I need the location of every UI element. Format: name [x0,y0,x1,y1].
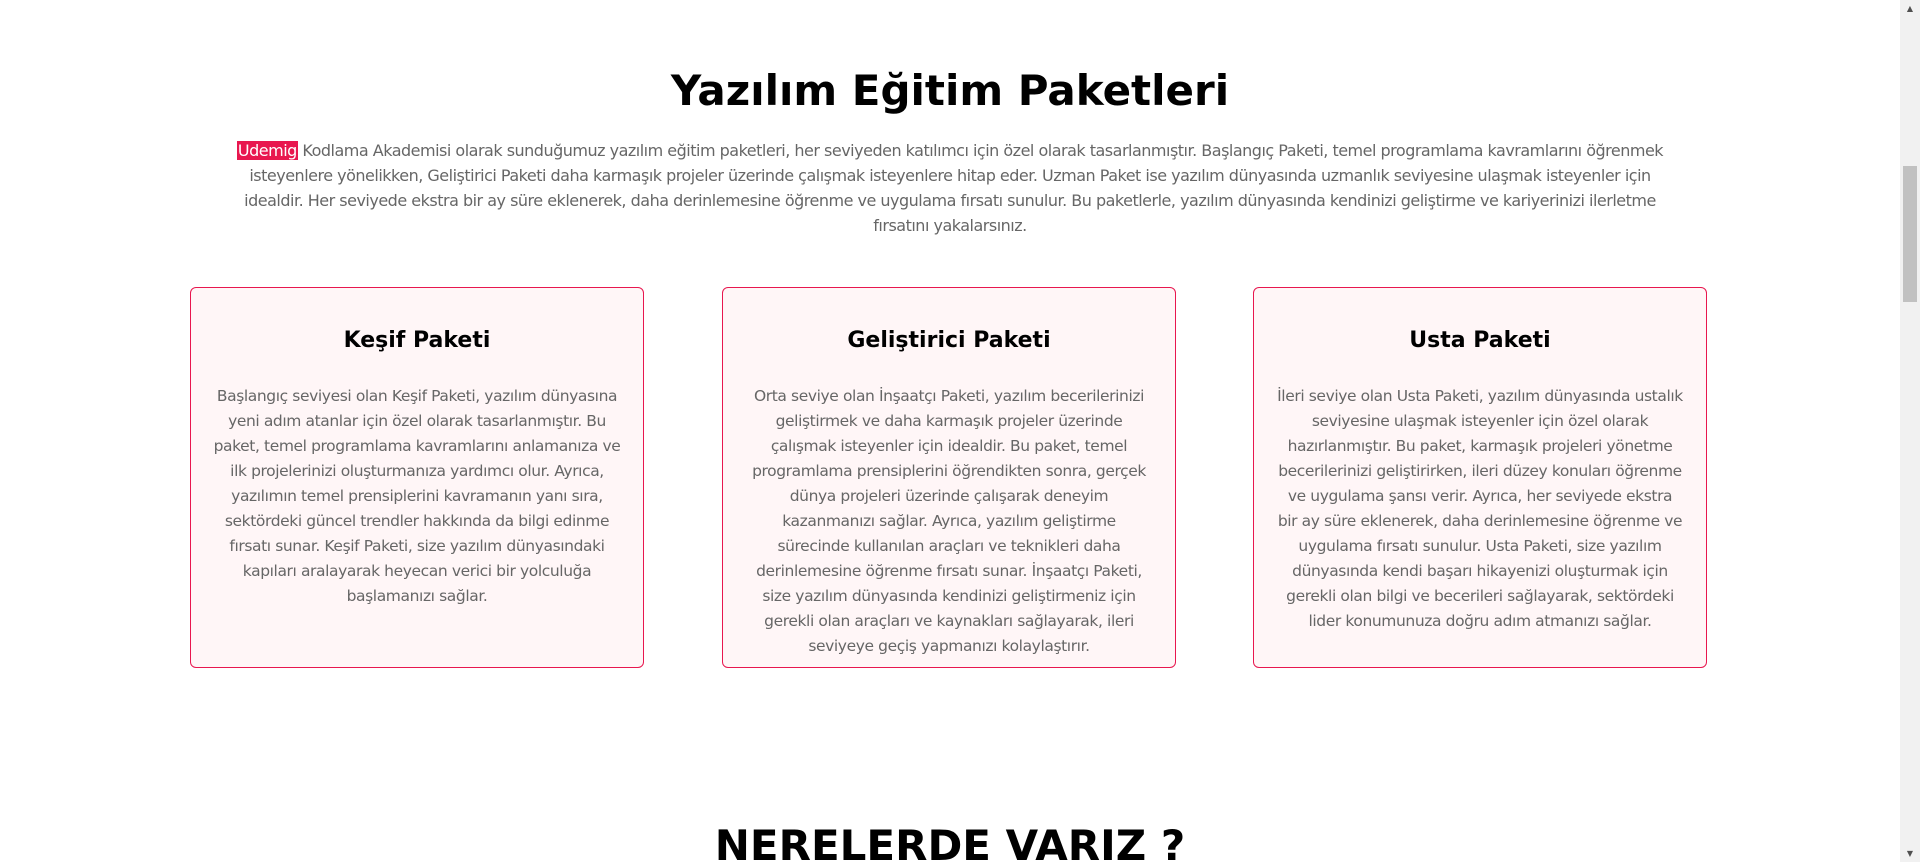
page-scrollbar[interactable]: ▲ ▼ [1900,0,1920,862]
intro-text: Kodlama Akademisi olarak sunduğumuz yazı… [244,141,1664,235]
package-card-gelistirici: Geliştirici Paketi Orta seviye olan İnşa… [722,287,1176,668]
brand-name-highlight: Udemig [236,141,298,160]
package-card-text: Başlangıç seviyesi olan Keşif Paketi, ya… [213,387,621,605]
page: Yazılım Eğitim Paketleri Udemig Kodlama … [0,0,1900,862]
scroll-up-arrow[interactable]: ▲ [1900,0,1920,17]
package-card-text: İleri seviye olan Usta Paketi, yazılım d… [1277,387,1683,630]
locations-section-title: NERELERDE VARIZ ? [714,821,1186,862]
packages-intro: Udemig Kodlama Akademisi olarak sunduğum… [219,138,1681,238]
package-card-title: Usta Paketi [1409,328,1551,353]
triangle-up-icon: ▲ [1906,4,1914,13]
scrollbar-thumb[interactable] [1903,166,1917,302]
package-card-text: Orta seviye olan İnşaatçı Paketi, yazılı… [752,387,1146,655]
packages-section-title: Yazılım Eğitim Paketleri [670,66,1230,115]
package-card-title: Keşif Paketi [343,328,491,353]
package-card-kesif: Keşif Paketi Başlangıç seviyesi olan Keş… [190,287,644,668]
package-card-usta: Usta Paketi İleri seviye olan Usta Paket… [1253,287,1707,668]
triangle-down-icon: ▼ [1906,849,1914,858]
package-card-title: Geliştirici Paketi [847,328,1051,353]
scroll-down-arrow[interactable]: ▼ [1900,845,1920,862]
